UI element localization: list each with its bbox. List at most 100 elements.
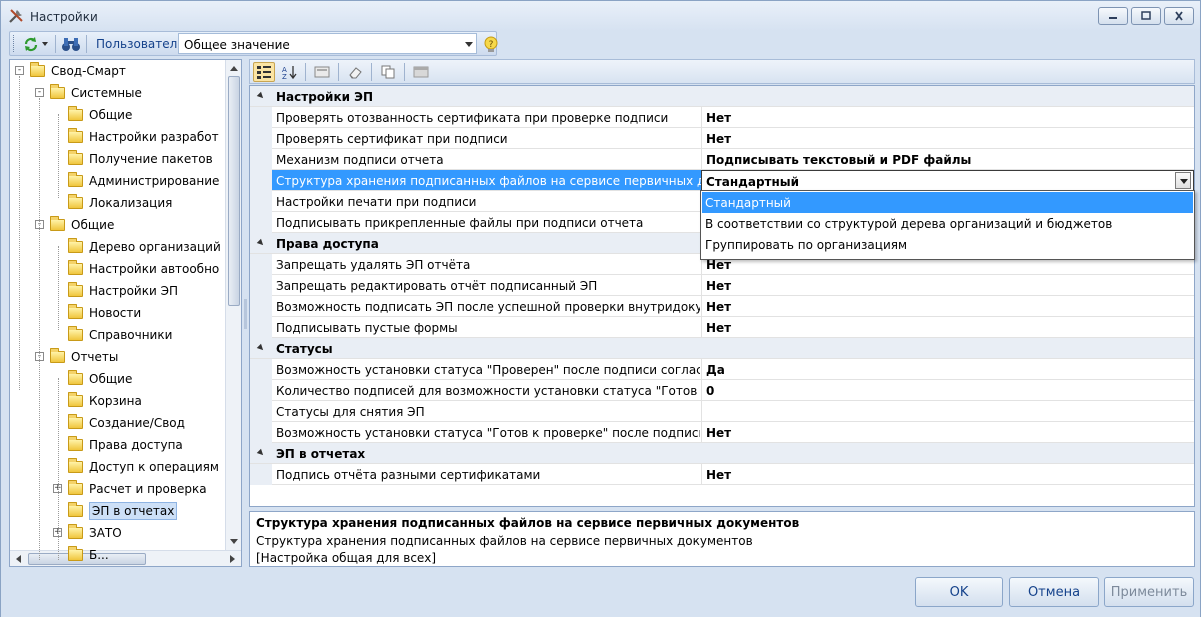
- property-value[interactable]: 0: [701, 380, 1194, 401]
- property-row[interactable]: Структура хранения подписанных файлов на…: [250, 170, 1194, 191]
- property-row[interactable]: Подпись отчёта разными сертификатами Нет: [250, 464, 1194, 485]
- apply-button[interactable]: Применить: [1104, 577, 1194, 607]
- collapse-icon[interactable]: -: [15, 66, 24, 75]
- tree-item[interactable]: Общие: [50, 214, 114, 236]
- property-pages-button[interactable]: [311, 62, 333, 82]
- minimize-button[interactable]: [1098, 7, 1128, 25]
- property-value-editor[interactable]: Стандартный: [701, 170, 1194, 191]
- property-row[interactable]: Механизм подписи отчета Подписывать текст…: [250, 149, 1194, 170]
- property-row[interactable]: Количество подписей для возможности уста…: [250, 380, 1194, 401]
- tree-item-label: Получение пакетов: [89, 152, 213, 166]
- dropdown-option[interactable]: Стандартный: [702, 192, 1193, 213]
- tree-item[interactable]: Общие: [68, 104, 132, 126]
- property-value[interactable]: Нет: [701, 107, 1194, 128]
- scope-select[interactable]: Общее значение: [178, 33, 477, 54]
- cancel-button[interactable]: Отмена: [1009, 577, 1099, 607]
- tree-item[interactable]: Получение пакетов: [68, 148, 213, 170]
- property-category[interactable]: ЭП в отчетах: [250, 443, 1194, 464]
- dropdown-option[interactable]: Группировать по организациям: [702, 234, 1193, 255]
- property-row[interactable]: Возможность установки статуса "Готов к п…: [250, 422, 1194, 443]
- folder-icon: [68, 238, 83, 253]
- tree-item[interactable]: ЭП в отчетах: [68, 500, 178, 522]
- refresh-button[interactable]: [22, 34, 50, 54]
- main-toolbar: Пользователь Общее значение ?: [9, 31, 500, 56]
- tree-item[interactable]: Корзина: [68, 390, 142, 412]
- tree-item[interactable]: Дерево организаций: [68, 236, 221, 258]
- tree-horizontal-scrollbar[interactable]: [10, 550, 241, 566]
- property-name: Настройки печати при подписи: [276, 195, 477, 209]
- alphabetical-button[interactable]: A Z: [278, 62, 300, 82]
- folder-icon: [68, 480, 83, 495]
- tree-item[interactable]: Настройки разработ: [68, 126, 219, 148]
- row-gutter: [250, 275, 272, 296]
- find-button[interactable]: [61, 34, 81, 54]
- settings-tree[interactable]: Свод-Смарт - Системные - Общие Настройки разр…: [9, 59, 242, 567]
- property-value[interactable]: Нет: [701, 128, 1194, 149]
- property-name: Запрещать редактировать отчёт подписанны…: [276, 279, 598, 293]
- tree-item[interactable]: Б...: [68, 544, 109, 566]
- tree-item[interactable]: ЗАТО: [68, 522, 122, 544]
- tree-item[interactable]: Локализация: [68, 192, 172, 214]
- tree-item[interactable]: Справочники: [68, 324, 172, 346]
- property-value[interactable]: Подписывать текстовый и PDF файлы: [701, 149, 1194, 170]
- tree-item[interactable]: Системные: [50, 82, 142, 104]
- tree-item[interactable]: Доступ к операциям: [68, 456, 219, 478]
- property-category[interactable]: Настройки ЭП: [250, 86, 1194, 107]
- property-row[interactable]: Возможность установки статуса "Проверен"…: [250, 359, 1194, 380]
- property-row[interactable]: Подписывать пустые формы Нет: [250, 317, 1194, 338]
- tree-item[interactable]: Администрирование: [68, 170, 219, 192]
- property-value[interactable]: Нет: [701, 317, 1194, 338]
- property-value[interactable]: Нет: [701, 422, 1194, 443]
- tree-item[interactable]: Настройки автообно: [68, 258, 219, 280]
- collapse-triangle-icon[interactable]: [256, 238, 266, 248]
- property-value[interactable]: Да: [701, 359, 1194, 380]
- row-gutter: [250, 359, 272, 380]
- tree-vertical-scroll-thumb[interactable]: [228, 76, 240, 306]
- scroll-right-icon[interactable]: [229, 554, 237, 564]
- tree-item[interactable]: Общие: [68, 368, 132, 390]
- dropdown-option[interactable]: В соответствии со структурой дерева орга…: [702, 213, 1193, 234]
- disabled-tool-button[interactable]: [410, 62, 432, 82]
- collapse-triangle-icon[interactable]: [256, 343, 266, 353]
- tree-item[interactable]: Отчеты: [50, 346, 118, 368]
- tree-item[interactable]: Новости: [68, 302, 141, 324]
- help-button[interactable]: ?: [482, 35, 500, 56]
- property-value[interactable]: Нет: [701, 296, 1194, 317]
- reset-button[interactable]: [344, 62, 366, 82]
- tree-item[interactable]: Настройки ЭП: [68, 280, 178, 302]
- property-value[interactable]: Нет: [701, 275, 1194, 296]
- collapse-triangle-icon[interactable]: [256, 448, 266, 458]
- property-row[interactable]: Возможность подписать ЭП после успешной …: [250, 296, 1194, 317]
- property-category[interactable]: Статусы: [250, 338, 1194, 359]
- property-value[interactable]: [701, 401, 1194, 422]
- property-row[interactable]: Запрещать редактировать отчёт подписанны…: [250, 275, 1194, 296]
- dropdown-arrow-button[interactable]: [1175, 172, 1191, 189]
- folder-icon: [68, 436, 83, 451]
- collapse-triangle-icon[interactable]: [256, 91, 266, 101]
- property-row[interactable]: Проверять сертификат при подписи Нет: [250, 128, 1194, 149]
- close-button[interactable]: [1164, 7, 1194, 25]
- refresh-icon: [24, 36, 48, 51]
- tree-vertical-scrollbar[interactable]: [225, 60, 241, 550]
- ok-button[interactable]: OK: [915, 577, 1003, 607]
- tree-item[interactable]: Права доступа: [68, 434, 183, 456]
- tree-item[interactable]: Свод-Смарт: [30, 60, 126, 82]
- property-value[interactable]: Нет: [701, 464, 1194, 485]
- scroll-down-icon[interactable]: [229, 538, 239, 546]
- categorized-icon: [257, 65, 271, 79]
- value-dropdown-list[interactable]: Стандартный В соответствии со структурой …: [700, 190, 1195, 260]
- property-row[interactable]: Проверять отозванность сертификата при п…: [250, 107, 1194, 128]
- folder-icon: [68, 414, 83, 429]
- tree-item[interactable]: Создание/Свод: [68, 412, 185, 434]
- categorized-button[interactable]: [253, 61, 275, 82]
- maximize-button[interactable]: [1131, 7, 1161, 25]
- scroll-up-icon[interactable]: [229, 64, 239, 72]
- property-grid[interactable]: Настройки ЭП Проверять отозванность серти…: [249, 85, 1195, 507]
- copy-button[interactable]: [377, 62, 399, 82]
- collapse-icon[interactable]: -: [35, 88, 44, 97]
- toolbar-grip[interactable]: [13, 35, 16, 52]
- panel-splitter[interactable]: [242, 59, 249, 567]
- property-row[interactable]: Статусы для снятия ЭП: [250, 401, 1194, 422]
- tree-item[interactable]: Расчет и проверка: [68, 478, 207, 500]
- scroll-left-icon[interactable]: [14, 554, 22, 564]
